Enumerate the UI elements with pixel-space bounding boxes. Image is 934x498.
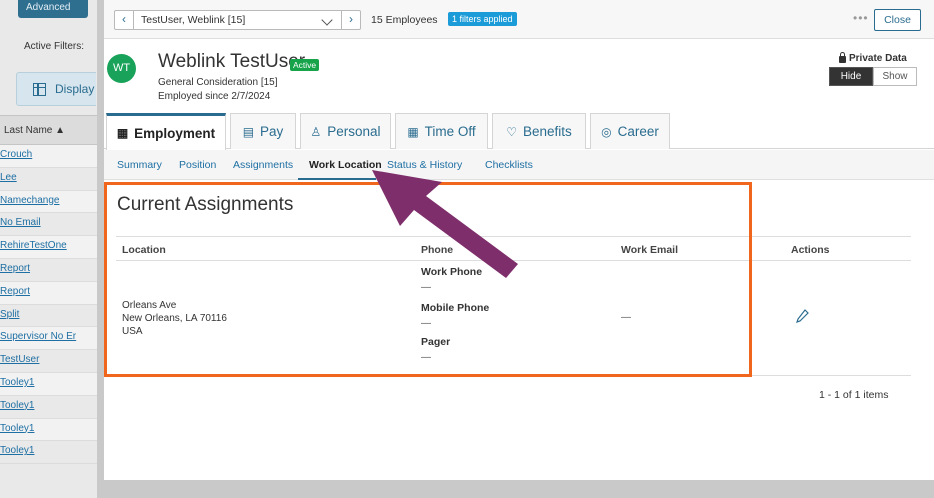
- status-badge: Active: [290, 59, 320, 71]
- employee-link[interactable]: Report: [0, 281, 97, 305]
- employee-link[interactable]: No Email: [0, 213, 97, 237]
- hide-button[interactable]: Hide: [829, 67, 873, 86]
- advanced-button[interactable]: Advanced: [18, 0, 88, 18]
- chevron-down-icon: [321, 14, 333, 26]
- tab-pay[interactable]: ▤ Pay: [230, 113, 296, 149]
- private-data-label: Private Data: [839, 52, 907, 64]
- filters-applied-badge[interactable]: 1 filters applied: [448, 12, 517, 26]
- active-filters-label: Active Filters:: [24, 41, 85, 52]
- avatar: WT: [107, 54, 136, 83]
- target-icon: ◎: [601, 124, 612, 139]
- employee-meta: General Consideration [15] Employed sinc…: [158, 76, 278, 104]
- annotation-arrow: [372, 170, 518, 278]
- employee-link[interactable]: Lee: [0, 168, 97, 191]
- pay-icon: ▤: [242, 124, 255, 139]
- paging-info: 1 - 1 of 1 items: [819, 389, 889, 401]
- private-data-toggle: Hide Show: [829, 67, 917, 86]
- employee-link[interactable]: Report: [0, 259, 97, 282]
- subtab-assignments[interactable]: Assignments: [233, 159, 293, 171]
- employee-name-list: Crouch Lee Namechange No Email RehireTes…: [0, 145, 97, 465]
- tab-benefits[interactable]: ♡ Benefits: [492, 113, 586, 149]
- tab-career[interactable]: ◎ Career: [590, 113, 670, 149]
- close-button[interactable]: Close: [874, 9, 921, 31]
- employee-link[interactable]: TestUser: [0, 350, 97, 373]
- last-name-column-header[interactable]: Last Name ▲: [0, 115, 97, 145]
- grid-icon: [33, 82, 46, 96]
- employee-link[interactable]: Crouch: [0, 145, 97, 168]
- next-employee-button[interactable]: ›: [341, 10, 361, 30]
- employee-link[interactable]: Namechange: [0, 190, 97, 214]
- calendar-icon: ▦: [407, 124, 419, 139]
- display-button[interactable]: Display: [16, 72, 96, 106]
- employee-link[interactable]: Supervisor No Er: [0, 327, 97, 351]
- private-data-text: Private Data: [849, 53, 907, 64]
- tab-time-off[interactable]: ▦ Time Off: [395, 113, 488, 149]
- employee-link[interactable]: Tooley1: [0, 396, 97, 419]
- employee-link[interactable]: RehireTestOne: [0, 236, 97, 259]
- tab-label: Pay: [260, 124, 284, 139]
- dialog-topbar: ‹ TestUser, Weblink [15] › 15 Employees …: [104, 0, 934, 39]
- pencil-icon[interactable]: [794, 308, 810, 324]
- lock-icon: [839, 52, 846, 63]
- employee-group: General Consideration [15]: [158, 77, 278, 88]
- chevron-left-icon: ‹: [122, 12, 126, 26]
- employee-link[interactable]: Split: [0, 305, 97, 328]
- tab-label: Employment: [134, 125, 216, 141]
- tab-label: Time Off: [424, 124, 476, 139]
- more-options-icon[interactable]: •••: [853, 11, 869, 25]
- person-icon: ♙: [310, 124, 322, 139]
- employee-link[interactable]: Tooley1: [0, 372, 97, 396]
- employee-select[interactable]: TestUser, Weblink [15]: [133, 10, 342, 30]
- employee-link[interactable]: Tooley1: [0, 441, 97, 465]
- subtab-position[interactable]: Position: [179, 159, 216, 171]
- heart-icon: ♡: [506, 124, 517, 139]
- column-actions: Actions: [791, 244, 830, 256]
- show-button[interactable]: Show: [873, 67, 917, 86]
- subtab-summary[interactable]: Summary: [117, 159, 162, 171]
- employee-list-panel: Advanced Active Filters: Display Last Na…: [0, 0, 97, 498]
- employed-since: Employed since 2/7/2024: [158, 91, 271, 102]
- employee-name: Weblink TestUser: [158, 51, 306, 72]
- employee-link[interactable]: Tooley1: [0, 418, 97, 442]
- building-icon: ▦: [116, 126, 129, 140]
- tab-personal[interactable]: ♙ Personal: [300, 113, 391, 149]
- employee-count: 15 Employees: [371, 14, 438, 26]
- chevron-right-icon: ›: [349, 12, 353, 26]
- tab-label: Career: [617, 124, 659, 139]
- employee-select-value: TestUser, Weblink [15]: [141, 14, 246, 26]
- tab-employment[interactable]: ▦ Employment: [106, 113, 226, 150]
- main-tabs: ▦ Employment ▤ Pay ♙ Personal ▦ Time Off…: [104, 113, 934, 150]
- previous-employee-button[interactable]: ‹: [114, 10, 134, 30]
- tab-label: Benefits: [522, 124, 572, 139]
- display-label: Display: [55, 82, 95, 96]
- tab-label: Personal: [327, 124, 381, 139]
